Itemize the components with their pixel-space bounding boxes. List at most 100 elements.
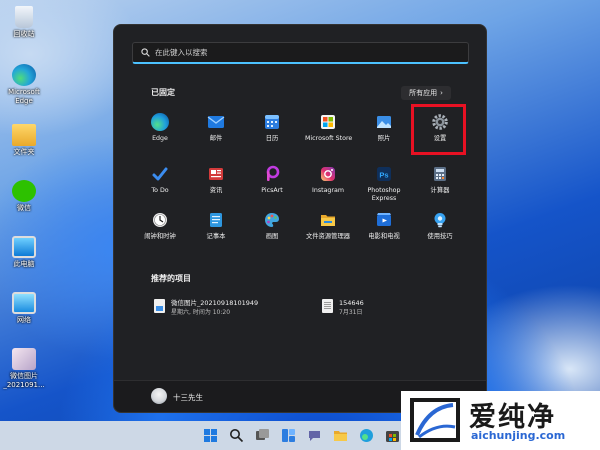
app-label: 照片: [377, 135, 391, 142]
recommended-item-name: 微信图片_20210918101949: [171, 299, 259, 307]
desktop-icon-label: 微信图片_2021091...: [3, 372, 45, 389]
recycle-bin-icon: [15, 6, 33, 28]
pinned-app-movies-tv[interactable]: 电影和电视: [361, 211, 407, 241]
settings-highlight-box: [411, 104, 466, 155]
all-apps-label: 所有应用: [409, 89, 438, 97]
recommended-item-meta: 星期六, 时间为 10:20: [171, 309, 231, 316]
desktop-icon-label: Microsoft Edge: [8, 88, 40, 105]
start-icon[interactable]: [203, 428, 218, 443]
app-label: 文件资源管理器: [305, 233, 351, 240]
calendar-icon: [265, 115, 279, 129]
desktop-icon-label: 微信: [17, 204, 31, 212]
desktop-icon-network[interactable]: 网络: [2, 292, 46, 325]
pinned-app-calendar[interactable]: 日历: [249, 113, 295, 143]
pinned-app-edge[interactable]: Edge: [137, 113, 183, 143]
app-label: 日历: [265, 135, 279, 142]
instagram-icon: [321, 167, 335, 181]
task-view-icon[interactable]: [255, 428, 270, 443]
app-label: 计算器: [430, 187, 450, 194]
image-file-icon: [154, 299, 165, 313]
paint-icon: [265, 213, 279, 227]
chevron-right-icon: ›: [440, 89, 443, 97]
notepad-icon: [210, 213, 222, 227]
photoshop-icon: Ps: [377, 167, 391, 181]
picsart-icon: [266, 165, 280, 181]
teams-chat-icon[interactable]: [307, 428, 322, 443]
search-placeholder: 在此键入以搜索: [155, 48, 208, 57]
clock-icon: [153, 213, 167, 227]
pinned-app-photoshop-express[interactable]: Ps Photoshop Express: [361, 165, 407, 203]
app-label: Instagram: [311, 187, 345, 194]
text-file-icon: [322, 299, 333, 313]
folder-icon: [12, 124, 36, 146]
desktop-icon-label: 网络: [17, 316, 31, 324]
app-label: Microsoft Store: [305, 135, 353, 142]
file-explorer-icon: [321, 215, 335, 226]
pinned-app-news[interactable]: 资讯: [193, 165, 239, 195]
search-icon: [141, 48, 150, 57]
pinned-app-todo[interactable]: To Do: [137, 165, 183, 195]
app-label: 电影和电视: [368, 233, 400, 240]
desktop-icon-recycle-bin[interactable]: 回收站: [2, 6, 46, 39]
pinned-app-calculator[interactable]: 计算器: [417, 165, 463, 195]
desktop-icon-this-pc[interactable]: 此电脑: [2, 236, 46, 269]
pinned-title: 已固定: [151, 88, 175, 97]
all-apps-button[interactable]: 所有应用 ›: [401, 86, 451, 100]
recommended-item[interactable]: 微信图片_20210918101949 星期六, 时间为 10:20: [154, 299, 258, 317]
pinned-app-notepad[interactable]: 记事本: [193, 211, 239, 241]
recommended-item-meta: 7月31日: [339, 309, 363, 316]
app-label: 闹钟和时钟: [144, 233, 176, 240]
pinned-app-paint[interactable]: 画图: [249, 211, 295, 241]
network-icon: [12, 292, 36, 314]
calculator-icon: [434, 167, 446, 181]
tips-lightbulb-icon: [434, 213, 446, 228]
recommended-title: 推荐的项目: [151, 274, 191, 283]
file-explorer-icon[interactable]: [333, 428, 348, 443]
image-file-icon: [12, 348, 36, 370]
search-input[interactable]: 在此键入以搜索: [132, 42, 469, 64]
photos-icon: [377, 116, 391, 128]
start-menu: 在此键入以搜索 已固定 所有应用 › Edge 邮件 日历 Microsoft …: [113, 24, 487, 413]
pinned-app-instagram[interactable]: Instagram: [305, 165, 351, 195]
pinned-app-microsoft-store[interactable]: Microsoft Store: [305, 113, 353, 143]
recommended-item-name: 154646: [339, 299, 364, 307]
user-name[interactable]: 十三先生: [173, 392, 203, 403]
desktop-icon-wechat[interactable]: 微信: [2, 180, 46, 213]
app-label: 记事本: [206, 233, 226, 240]
app-label: 画图: [265, 233, 279, 240]
store-icon[interactable]: [385, 428, 400, 443]
movies-icon: [377, 213, 391, 226]
avatar[interactable]: [151, 388, 167, 404]
pinned-app-file-explorer[interactable]: 文件资源管理器: [305, 211, 351, 241]
todo-check-icon: [152, 167, 168, 181]
desktop-icon-edge[interactable]: Microsoft Edge: [2, 64, 46, 106]
pinned-app-picsart[interactable]: PicsArt: [249, 165, 295, 195]
pinned-app-photos[interactable]: 照片: [361, 113, 407, 143]
app-label: Photoshop Express: [367, 187, 401, 202]
app-label: 邮件: [209, 135, 223, 142]
widgets-icon[interactable]: [281, 428, 296, 443]
pinned-app-alarms-clock[interactable]: 闹钟和时钟: [137, 211, 183, 241]
pinned-app-tips[interactable]: 使用技巧: [417, 211, 463, 241]
app-label: PicsArt: [261, 187, 283, 194]
news-icon: [209, 168, 223, 180]
app-label: To Do: [151, 187, 169, 194]
watermark-text-en: aichunjing.com: [471, 429, 566, 442]
edge-icon: [151, 113, 169, 131]
edge-icon[interactable]: [359, 428, 374, 443]
recommended-item[interactable]: 154646 7月31日: [322, 299, 364, 317]
desktop-icon-label: 回收站: [13, 30, 35, 38]
app-label: Edge: [152, 135, 168, 142]
search-icon[interactable]: [229, 428, 244, 443]
store-icon: [321, 115, 335, 129]
desktop-icon-image[interactable]: 微信图片_2021091...: [2, 348, 46, 390]
mail-icon: [207, 116, 225, 128]
desktop-icon-label: 此电脑: [13, 260, 35, 268]
pinned-app-mail[interactable]: 邮件: [193, 113, 239, 143]
desktop-icon-label: 文件夹: [13, 148, 35, 156]
desktop-icon-folder[interactable]: 文件夹: [2, 124, 46, 157]
app-label: 使用技巧: [427, 233, 453, 240]
app-label: 资讯: [209, 187, 223, 194]
watermark-logo-icon: [410, 398, 460, 442]
wechat-icon: [12, 180, 36, 202]
